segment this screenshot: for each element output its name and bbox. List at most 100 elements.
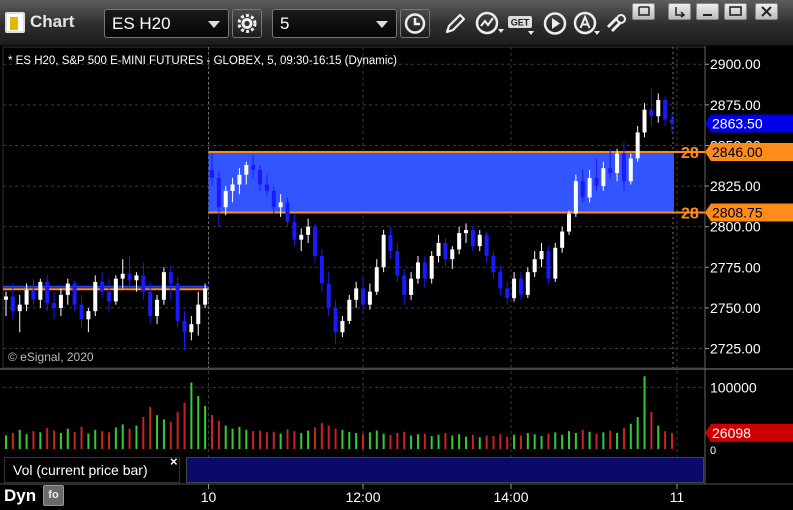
candle-body[interactable] [24, 290, 29, 305]
candle-body[interactable] [436, 242, 441, 256]
candle-body[interactable] [367, 291, 372, 305]
close-study-icon[interactable]: × [170, 454, 178, 469]
candle-body[interactable] [491, 255, 496, 273]
candle-body[interactable] [209, 169, 214, 178]
dynamic-mode-label[interactable]: Dyn [4, 486, 36, 506]
studies-button[interactable] [473, 9, 504, 38]
candle-body[interactable] [553, 247, 558, 279]
candle-body[interactable] [196, 304, 201, 325]
tile-button[interactable] [696, 3, 719, 20]
candle-body[interactable] [484, 234, 489, 256]
draw-button[interactable] [441, 9, 469, 38]
settings-button[interactable] [232, 9, 262, 38]
price-chart[interactable]: 1012:0014:001128282900.002875.002850.002… [0, 46, 793, 510]
candle-body[interactable] [31, 290, 36, 300]
close-button[interactable] [755, 3, 778, 20]
candle-body[interactable] [635, 132, 640, 159]
candle-body[interactable] [587, 177, 592, 198]
candle-body[interactable] [470, 229, 475, 247]
candle-body[interactable] [608, 168, 613, 174]
candle-body[interactable] [512, 278, 517, 299]
candle-body[interactable] [464, 229, 469, 234]
candle-body[interactable] [601, 168, 606, 187]
candle-body[interactable] [388, 234, 393, 252]
candle-body[interactable] [4, 296, 8, 300]
candle-body[interactable] [182, 320, 187, 333]
candle-body[interactable] [340, 320, 345, 333]
link-button[interactable] [603, 9, 631, 38]
candle-body[interactable] [505, 288, 510, 299]
candle-body[interactable] [443, 242, 448, 260]
candle-body[interactable] [477, 234, 482, 247]
candle-body[interactable] [415, 262, 420, 279]
candle-body[interactable] [264, 184, 269, 191]
candle-body[interactable] [395, 251, 400, 276]
candle-body[interactable] [155, 299, 160, 317]
candle-body[interactable] [532, 259, 537, 273]
candle-body[interactable] [580, 181, 585, 198]
candle-body[interactable] [326, 283, 331, 308]
candle-body[interactable] [354, 288, 359, 300]
candle-body[interactable] [422, 262, 427, 279]
candle-body[interactable] [450, 249, 455, 260]
candle-body[interactable] [381, 234, 386, 268]
candle-body[interactable] [374, 267, 379, 292]
lock-icon[interactable]: fo [43, 485, 64, 506]
candle-body[interactable] [498, 272, 503, 289]
candle-body[interactable] [52, 303, 57, 308]
candle-body[interactable] [189, 324, 194, 333]
candle-body[interactable] [347, 299, 352, 321]
candle-body[interactable] [402, 275, 407, 295]
candle-body[interactable] [45, 281, 50, 304]
candle-body[interactable] [312, 226, 317, 256]
candle-body[interactable] [409, 278, 414, 295]
candle-body[interactable] [58, 294, 63, 308]
candle-body[interactable] [621, 153, 626, 182]
interval-button[interactable] [400, 9, 430, 38]
interval-select[interactable]: 5 [272, 9, 397, 38]
candle-body[interactable] [271, 190, 276, 208]
symbol-select[interactable]: ES H20 [104, 9, 229, 38]
candle-body[interactable] [127, 273, 132, 281]
candle-body[interactable] [649, 109, 654, 117]
candle-body[interactable] [285, 202, 290, 222]
candle-body[interactable] [457, 233, 462, 250]
candle-body[interactable] [560, 231, 565, 248]
candle-body[interactable] [10, 296, 15, 312]
candle-body[interactable] [642, 109, 647, 133]
candle-body[interactable] [168, 272, 173, 284]
candle-body[interactable] [17, 304, 22, 312]
get-data-button[interactable]: GET [507, 9, 537, 38]
candle-body[interactable] [223, 190, 228, 208]
candle-body[interactable] [237, 174, 242, 185]
candle-body[interactable] [93, 281, 98, 312]
candle-body[interactable] [134, 275, 139, 281]
candle-body[interactable] [546, 251, 551, 279]
candle-body[interactable] [79, 304, 84, 320]
candle-body[interactable] [38, 281, 43, 300]
candle-body[interactable] [292, 221, 297, 240]
maximize-button[interactable] [724, 3, 747, 20]
candle-body[interactable] [106, 291, 111, 302]
candle-body[interactable] [251, 164, 256, 170]
candle-body[interactable] [203, 288, 208, 305]
candle-body[interactable] [72, 283, 77, 305]
minimize-button[interactable] [668, 3, 691, 20]
candle-body[interactable] [299, 234, 304, 240]
candle-body[interactable] [306, 226, 311, 235]
candle-body[interactable] [148, 291, 153, 317]
candle-body[interactable] [615, 153, 620, 174]
candle-body[interactable] [258, 169, 263, 185]
replay-button[interactable] [541, 9, 569, 38]
candle-body[interactable] [429, 255, 434, 279]
candle-body[interactable] [663, 99, 668, 120]
candle-body[interactable] [628, 158, 633, 182]
restore-button[interactable] [632, 3, 655, 20]
candle-body[interactable] [539, 251, 544, 260]
candle-body[interactable] [141, 275, 146, 292]
candle-body[interactable] [518, 278, 523, 295]
candle-body[interactable] [86, 311, 91, 320]
candle-body[interactable] [361, 288, 366, 305]
candle-body[interactable] [319, 255, 324, 284]
candle-body[interactable] [594, 177, 599, 187]
